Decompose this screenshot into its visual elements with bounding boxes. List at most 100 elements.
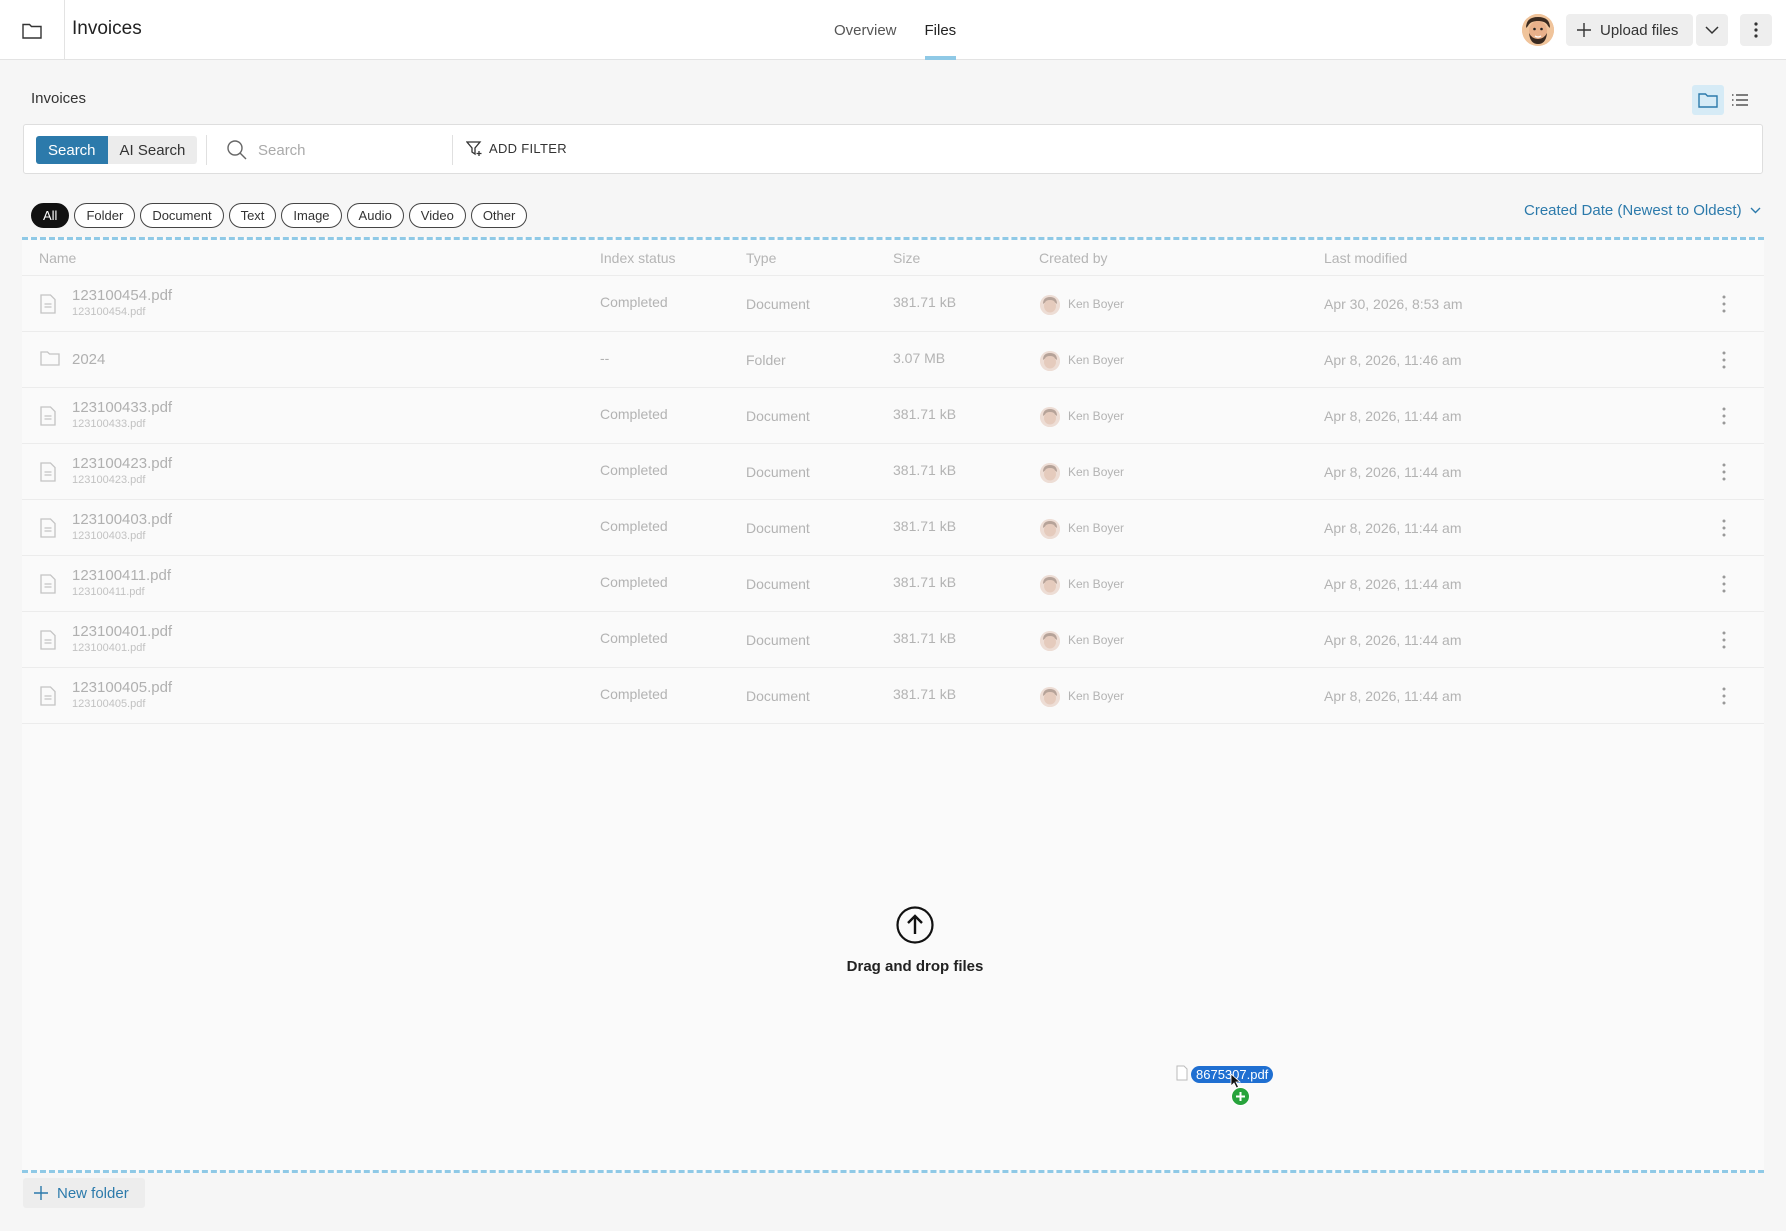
search-icon <box>227 140 247 160</box>
search-bar: Search AI Search ADD FILTER <box>23 124 1763 174</box>
column-header-created-by[interactable]: Created by <box>1039 250 1107 266</box>
index-status: Completed <box>600 518 668 534</box>
column-header-size[interactable]: Size <box>893 250 920 266</box>
search-input[interactable] <box>258 139 448 161</box>
table-row[interactable]: 123100411.pdf 123100411.pdf Completed Docum… <box>22 556 1764 612</box>
plus-icon <box>34 1186 48 1200</box>
file-name[interactable]: 2024 <box>72 351 105 368</box>
created-by: Ken Boyer <box>1068 297 1125 311</box>
row-actions-kebab-icon[interactable] <box>1722 463 1726 486</box>
type-filter-chips: All Folder Document Text Image Audio Vid… <box>31 203 528 228</box>
chip-document[interactable]: Document <box>140 203 224 228</box>
chevron-down-icon <box>1750 207 1761 214</box>
document-icon <box>40 686 56 711</box>
avatar <box>1040 631 1060 651</box>
file-subtitle: 123100411.pdf <box>72 586 145 598</box>
upload-files-button[interactable]: Upload files <box>1566 14 1693 46</box>
file-name-cell[interactable]: 123100401.pdf 123100401.pdf <box>72 623 172 654</box>
file-size: 381.71 kB <box>893 518 957 534</box>
chevron-down-icon <box>1705 25 1719 34</box>
file-size: 381.71 kB <box>893 630 957 646</box>
row-actions-kebab-icon[interactable] <box>1722 687 1726 710</box>
file-name[interactable]: 123100423.pdf <box>72 455 172 472</box>
table-row[interactable]: 123100423.pdf 123100423.pdf Completed Docum… <box>22 444 1764 500</box>
index-status: Completed <box>600 630 668 646</box>
file-name-cell[interactable]: 123100411.pdf 123100411.pdf <box>72 567 171 598</box>
table-row[interactable]: 123100433.pdf 123100433.pdf Completed Docum… <box>22 388 1764 444</box>
folder-icon[interactable] <box>0 0 65 60</box>
file-type: Folder <box>746 352 786 368</box>
index-status: Completed <box>600 686 668 702</box>
drop-zone[interactable]: Name Index status Type Size Created by L… <box>22 237 1764 1173</box>
sort-dropdown[interactable]: Created Date (Newest to Oldest) <box>1524 202 1761 219</box>
row-actions-kebab-icon[interactable] <box>1722 575 1726 598</box>
file-name[interactable]: 123100454.pdf <box>72 287 172 304</box>
file-name-cell[interactable]: 123100405.pdf 123100405.pdf <box>72 679 172 710</box>
row-actions-kebab-icon[interactable] <box>1722 407 1726 430</box>
chip-image[interactable]: Image <box>281 203 342 228</box>
file-name-cell[interactable]: 123100403.pdf 123100403.pdf <box>72 511 172 542</box>
chip-audio[interactable]: Audio <box>346 203 404 228</box>
file-subtitle: 123100405.pdf <box>72 698 146 710</box>
tab-files[interactable]: Files <box>911 0 971 60</box>
file-size: 381.71 kB <box>893 462 957 478</box>
folder-view-button[interactable] <box>1692 85 1724 115</box>
column-header-last-modified[interactable]: Last modified <box>1324 250 1407 266</box>
index-status: -- <box>600 350 610 366</box>
chip-text[interactable]: Text <box>228 203 277 228</box>
last-modified: Apr 8, 2026, 11:44 am <box>1324 632 1462 648</box>
row-actions-kebab-icon[interactable] <box>1722 351 1726 374</box>
avatar[interactable] <box>1522 14 1554 46</box>
chip-other[interactable]: Other <box>470 203 528 228</box>
file-subtitle: 123100401.pdf <box>72 642 146 654</box>
row-actions-kebab-icon[interactable] <box>1722 631 1726 654</box>
file-subtitle: 123100403.pdf <box>72 530 146 542</box>
upload-dropdown-button[interactable] <box>1696 14 1728 46</box>
tab-overview[interactable]: Overview <box>820 0 911 60</box>
document-icon <box>40 574 56 599</box>
file-name-cell[interactable]: 2024 <box>72 351 105 368</box>
created-by: Ken Boyer <box>1068 521 1125 535</box>
file-type: Document <box>746 688 810 704</box>
file-name[interactable]: 123100411.pdf <box>72 567 171 584</box>
search-mode-button[interactable]: Search <box>36 136 108 164</box>
last-modified: Apr 8, 2026, 11:44 am <box>1324 408 1462 424</box>
chip-folder[interactable]: Folder <box>74 203 136 228</box>
created-by: Ken Boyer <box>1068 689 1125 703</box>
created-by: Ken Boyer <box>1068 465 1125 479</box>
more-options-button[interactable] <box>1740 14 1772 46</box>
table-row[interactable]: 123100454.pdf 123100454.pdf Completed Docum… <box>22 276 1764 332</box>
file-name[interactable]: 123100403.pdf <box>72 511 172 528</box>
add-filter-button[interactable]: ADD FILTER <box>466 141 567 156</box>
table-row[interactable]: 2024 -- Folder 3.07 MB Ken Boyer Apr 8, 2026,… <box>22 332 1764 388</box>
column-header-index-status[interactable]: Index status <box>600 250 676 266</box>
row-actions-kebab-icon[interactable] <box>1722 519 1726 542</box>
file-name-cell[interactable]: 123100423.pdf 123100423.pdf <box>72 455 172 486</box>
index-status: Completed <box>600 574 668 590</box>
row-actions-kebab-icon[interactable] <box>1722 295 1726 318</box>
column-header-name[interactable]: Name <box>39 250 76 266</box>
breadcrumb[interactable]: Invoices <box>31 90 86 107</box>
table-row[interactable]: 123100401.pdf 123100401.pdf Completed Docum… <box>22 612 1764 668</box>
add-filter-label: ADD FILTER <box>489 141 567 156</box>
ai-search-mode-button[interactable]: AI Search <box>107 136 198 164</box>
search-mode-toggle: Search AI Search <box>36 136 198 164</box>
created-by: Ken Boyer <box>1068 633 1125 647</box>
table-row[interactable]: 123100405.pdf 123100405.pdf Completed Docum… <box>22 668 1764 724</box>
file-type: Document <box>746 408 810 424</box>
column-header-type[interactable]: Type <box>746 250 776 266</box>
chip-all[interactable]: All <box>31 203 70 228</box>
table-row[interactable]: 123100403.pdf 123100403.pdf Completed Docum… <box>22 500 1764 556</box>
new-folder-button[interactable]: New folder <box>23 1178 145 1208</box>
list-view-button[interactable] <box>1724 85 1756 115</box>
file-name-cell[interactable]: 123100433.pdf 123100433.pdf <box>72 399 172 430</box>
document-icon <box>40 406 56 431</box>
file-name[interactable]: 123100405.pdf <box>72 679 172 696</box>
file-name[interactable]: 123100433.pdf <box>72 399 172 416</box>
kebab-icon <box>1754 22 1758 38</box>
file-name[interactable]: 123100401.pdf <box>72 623 172 640</box>
file-name-cell[interactable]: 123100454.pdf 123100454.pdf <box>72 287 172 318</box>
document-icon <box>1176 1065 1188 1081</box>
folder-icon <box>1698 93 1718 108</box>
chip-video[interactable]: Video <box>408 203 466 228</box>
